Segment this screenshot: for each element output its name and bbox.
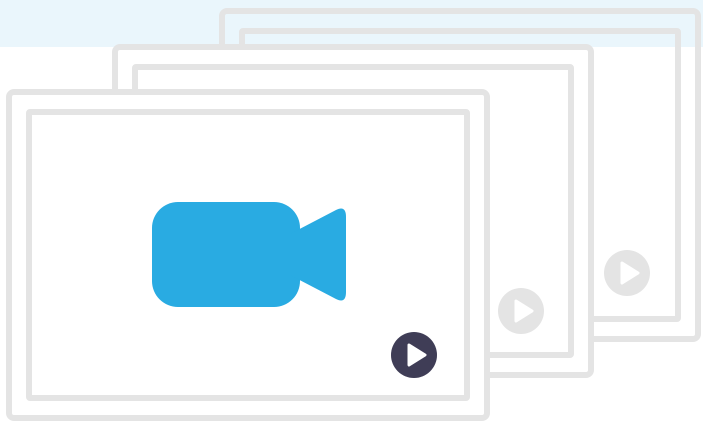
play-icon — [603, 249, 651, 297]
video-illustration — [0, 0, 703, 424]
video-camera-icon — [152, 202, 347, 307]
play-icon[interactable] — [390, 331, 438, 379]
play-icon — [497, 287, 545, 335]
